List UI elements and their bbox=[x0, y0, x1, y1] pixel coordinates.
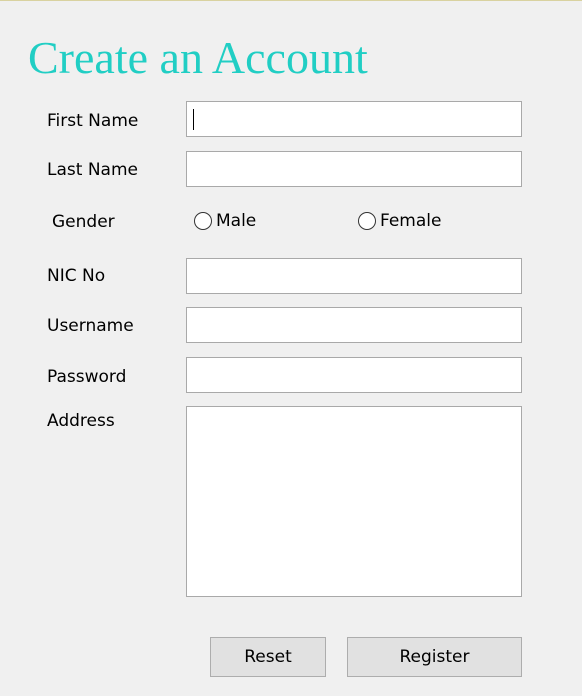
reset-button[interactable]: Reset bbox=[210, 637, 326, 677]
radio-unchecked-icon bbox=[358, 212, 376, 230]
gender-female-label: Female bbox=[380, 211, 442, 231]
last-name-field[interactable] bbox=[186, 151, 522, 187]
top-border bbox=[0, 0, 582, 1]
gender-label: Gender bbox=[52, 212, 115, 232]
password-label: Password bbox=[47, 367, 127, 387]
page-title: Create an Account bbox=[28, 32, 368, 83]
password-field[interactable] bbox=[186, 357, 522, 393]
first-name-label: First Name bbox=[47, 111, 139, 131]
username-field[interactable] bbox=[186, 307, 522, 343]
last-name-label: Last Name bbox=[47, 160, 138, 180]
gender-male-label: Male bbox=[216, 211, 257, 231]
nic-no-field[interactable] bbox=[186, 258, 522, 294]
nic-no-label: NIC No bbox=[47, 266, 106, 286]
username-label: Username bbox=[47, 316, 134, 336]
address-textarea[interactable] bbox=[186, 406, 522, 597]
text-caret bbox=[193, 109, 194, 130]
first-name-field[interactable] bbox=[186, 101, 522, 137]
radio-unchecked-icon bbox=[194, 212, 212, 230]
address-label: Address bbox=[47, 411, 115, 431]
register-button[interactable]: Register bbox=[347, 637, 522, 677]
